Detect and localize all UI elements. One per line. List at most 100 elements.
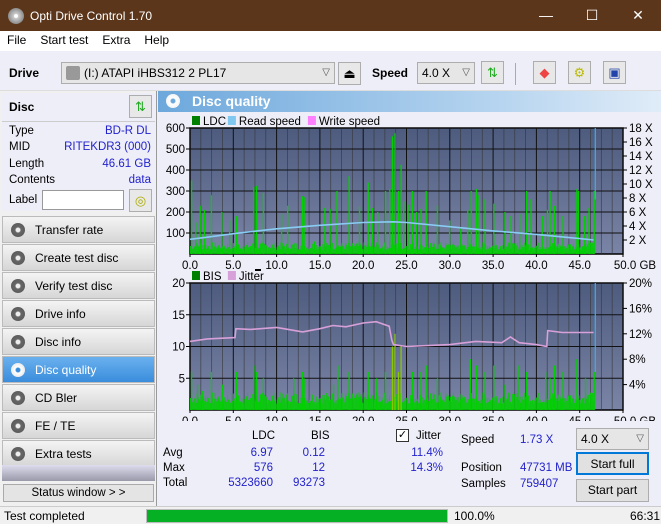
- refresh-button[interactable]: ⇅: [481, 61, 504, 84]
- close-button[interactable]: ✕: [615, 0, 661, 31]
- data-bar-base: [573, 249, 575, 254]
- label-input[interactable]: [42, 190, 124, 210]
- data-bar-base: [333, 249, 335, 254]
- data-bar-base: [243, 403, 245, 410]
- data-bar-peak: [196, 384, 199, 410]
- data-bar-base: [517, 249, 519, 254]
- legend-label: Write speed: [319, 116, 380, 128]
- erase-button[interactable]: ◆: [533, 61, 556, 84]
- data-bar-base: [423, 247, 425, 254]
- stat-bis-value: 12: [312, 462, 325, 474]
- nav-transfer-rate[interactable]: Transfer rate: [2, 216, 155, 243]
- length-value: 46.61 GB: [102, 158, 151, 170]
- data-bar-base: [419, 244, 421, 254]
- data-bar-base: [223, 400, 225, 410]
- nav-disc-quality[interactable]: Disc quality: [2, 356, 155, 383]
- data-bar-base: [528, 244, 530, 254]
- data-bar-base: [446, 245, 448, 254]
- data-bar-base: [568, 244, 570, 254]
- nav-disc-info[interactable]: Disc info: [2, 328, 155, 355]
- data-bar-base: [499, 246, 501, 254]
- data-bar-base: [587, 244, 589, 254]
- y2-tick-label: 8%: [629, 354, 646, 366]
- data-bar-base: [359, 396, 361, 410]
- disc-length-row: Length 46.61 GB: [9, 158, 151, 174]
- data-bar-base: [537, 392, 539, 410]
- data-bar-base: [197, 245, 199, 254]
- label-apply-button[interactable]: ◎: [129, 189, 152, 212]
- data-bar-base: [352, 246, 354, 254]
- data-bar-base: [430, 243, 431, 254]
- data-bar-base: [503, 402, 505, 410]
- menu-file[interactable]: File: [0, 31, 33, 51]
- start-part-button[interactable]: Start part: [576, 479, 649, 502]
- disc-refresh-button[interactable]: ⇅: [129, 95, 152, 118]
- data-bar-base: [351, 243, 353, 254]
- data-bar-base: [254, 247, 256, 254]
- y-tick-label: 10: [172, 342, 185, 354]
- menu-start-test[interactable]: Start test: [33, 31, 95, 51]
- nav-label: CD Bler: [35, 390, 78, 405]
- data-bar-base: [307, 398, 309, 410]
- data-bar-base: [417, 249, 419, 254]
- nav-drive-info[interactable]: Drive info: [2, 300, 155, 327]
- data-bar-base: [439, 396, 441, 410]
- data-bar-base: [399, 393, 401, 410]
- data-bar-base: [234, 400, 236, 410]
- menu-extra[interactable]: Extra: [95, 31, 137, 51]
- data-bar-base: [578, 395, 580, 410]
- menu-help[interactable]: Help: [137, 31, 176, 51]
- data-bar-base: [396, 248, 398, 254]
- data-bar-peak: [337, 365, 339, 410]
- drive-select[interactable]: (I:) ATAPI iHBS312 2 PL17 ▽: [61, 62, 335, 84]
- data-bar-base: [308, 402, 310, 410]
- eject-button[interactable]: ⏏: [338, 62, 361, 85]
- data-bar-base: [209, 401, 210, 410]
- data-bar-base: [405, 246, 407, 254]
- data-bar-base: [488, 401, 490, 410]
- data-bar-base: [310, 247, 312, 254]
- data-bar-base: [413, 249, 415, 254]
- save-button[interactable]: ▣: [603, 61, 626, 84]
- data-bar-base: [305, 249, 307, 254]
- nav-create-test-disc[interactable]: Create test disc: [2, 244, 155, 271]
- nav-cd-bler[interactable]: CD Bler: [2, 384, 155, 411]
- data-bar-peak: [470, 191, 472, 254]
- mid-key: MID: [9, 141, 31, 153]
- data-bar-base: [342, 397, 344, 410]
- samples-label: Samples: [461, 478, 506, 490]
- data-bar-base: [590, 392, 591, 410]
- data-bar-base: [357, 397, 359, 410]
- y2-tick-label: 4 X: [629, 221, 647, 233]
- data-bar-base: [387, 399, 389, 410]
- test-speed-select[interactable]: 4.0 X ▽: [576, 428, 649, 450]
- data-bar-base: [454, 399, 456, 410]
- progress-bar: [146, 509, 448, 523]
- nav-verify-test-disc[interactable]: Verify test disc: [2, 272, 155, 299]
- data-bar-base: [246, 396, 248, 410]
- minimize-button[interactable]: —: [523, 0, 569, 31]
- data-bar-base: [363, 242, 365, 254]
- data-bar-base: [573, 402, 575, 410]
- jitter-checkbox[interactable]: ✓: [396, 429, 409, 442]
- data-bar-base: [356, 393, 358, 410]
- data-bar-base: [579, 247, 581, 254]
- data-bar-peak: [371, 207, 374, 254]
- maximize-button[interactable]: ☐: [569, 0, 615, 31]
- nav-extra-tests[interactable]: Extra tests: [2, 440, 155, 467]
- settings-button[interactable]: ⚙: [568, 61, 591, 84]
- data-bar-base: [229, 399, 230, 410]
- speed-select[interactable]: 4.0 X ▽: [417, 62, 475, 84]
- status-window-button[interactable]: Status window > >: [3, 484, 154, 502]
- data-bar-peak: [436, 205, 439, 254]
- start-full-button[interactable]: Start full: [576, 452, 649, 475]
- data-bar-base: [312, 402, 314, 410]
- data-bar-peak: [478, 195, 480, 254]
- data-bar-base: [210, 403, 211, 410]
- data-bar-base: [434, 398, 436, 410]
- data-bar-base: [250, 246, 252, 254]
- nav-fe-te[interactable]: FE / TE: [2, 412, 155, 439]
- legend-label: Read speed: [239, 116, 301, 128]
- legend-swatch: [192, 271, 200, 280]
- data-bar-base: [390, 395, 392, 410]
